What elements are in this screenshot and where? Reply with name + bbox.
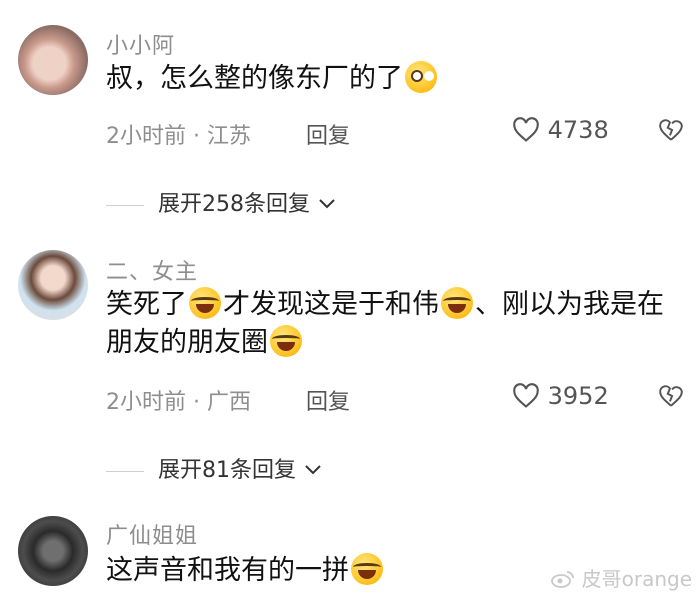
comment-text-part: 笑死了 <box>106 289 187 320</box>
weibo-icon <box>551 571 575 588</box>
avatar[interactable] <box>18 516 88 586</box>
comment-text: 笑死了 才发现这是于和伟 、刚以为我是在朋友的朋友圈 <box>106 286 676 362</box>
broken-heart-icon <box>659 119 683 141</box>
expand-replies-button[interactable]: 展开258条回复 <box>106 186 337 218</box>
comment-text: 叔，怎么整的像东厂的了 <box>106 60 676 98</box>
like-button[interactable]: 3952 <box>512 382 609 410</box>
avatar[interactable] <box>18 25 88 95</box>
divider <box>106 470 144 472</box>
rolling-laughing-icon <box>441 287 473 319</box>
like-count: 3952 <box>547 382 609 410</box>
username[interactable]: 二、女主 <box>106 254 198 286</box>
comment-text-body: 叔，怎么整的像东厂的了 <box>106 63 403 94</box>
watermark: 皮哥orange <box>551 563 692 592</box>
like-button[interactable]: 4738 <box>512 116 609 144</box>
comment-location: 广西 <box>206 390 251 415</box>
comment-meta: 2小时前 · 江苏 回复 <box>106 118 350 150</box>
comment-location: 江苏 <box>206 124 251 149</box>
dislike-button[interactable] <box>658 118 684 142</box>
heart-icon <box>513 117 539 142</box>
reply-button[interactable]: 回复 <box>306 118 350 150</box>
username[interactable]: 小小阿 <box>106 28 175 60</box>
expand-replies-label: 展开81条回复 <box>158 458 296 483</box>
broken-heart-icon <box>659 385 683 407</box>
chevron-down-icon <box>319 199 335 209</box>
expand-replies-label: 展开258条回复 <box>158 192 310 217</box>
dislike-button[interactable] <box>658 384 684 408</box>
username[interactable]: 广仙姐姐 <box>106 518 198 550</box>
pleading-face-icon <box>405 61 437 93</box>
heart-icon <box>513 383 539 408</box>
rolling-laughing-icon <box>270 325 302 357</box>
laughing-crying-icon <box>189 287 221 319</box>
divider <box>106 204 144 206</box>
chevron-down-icon <box>305 465 321 475</box>
avatar[interactable] <box>18 250 88 320</box>
expand-replies-button[interactable]: 展开81条回复 <box>106 452 323 484</box>
comment-text-part: 才发现这是于和伟 <box>223 289 439 320</box>
comment-text-body: 这声音和我有的一拼 <box>106 555 349 586</box>
reply-button[interactable]: 回复 <box>306 384 350 416</box>
comment-time: 2小时前 <box>106 390 186 415</box>
comment-time: 2小时前 <box>106 124 186 149</box>
rolling-laughing-icon <box>351 553 383 585</box>
watermark-text: 皮哥orange <box>581 567 692 591</box>
comment-meta: 2小时前 · 广西 回复 <box>106 384 350 416</box>
like-count: 4738 <box>547 116 609 144</box>
